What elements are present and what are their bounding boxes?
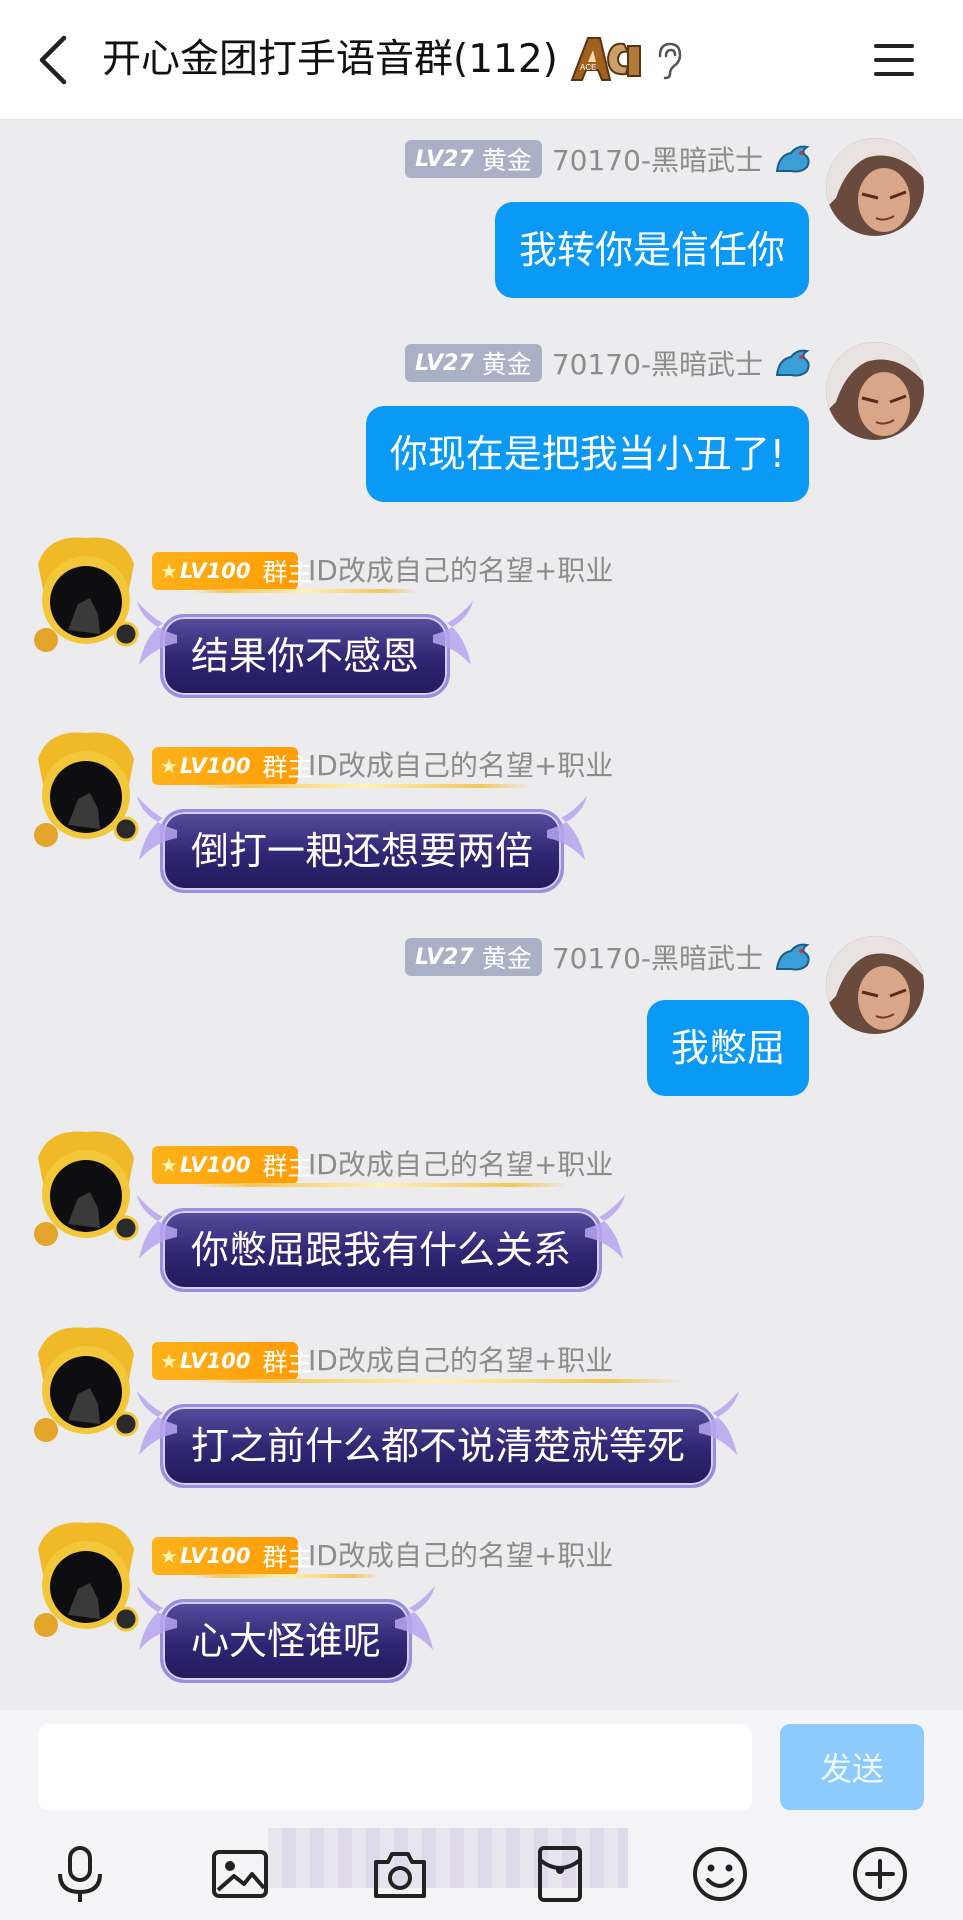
user-avatar[interactable] <box>826 138 924 236</box>
message-row: LV27 黄金 70170-黑暗武士 你现在是把我当小丑了! <box>0 324 963 514</box>
message-bubble[interactable]: 倒打一耙还想要两倍 <box>137 784 588 893</box>
wing-left-icon <box>137 1195 177 1259</box>
message-text: 你憋屈跟我有什么关系 <box>191 1228 572 1272</box>
message-bubble[interactable]: 我转你是信任你 <box>494 202 809 298</box>
chat-header: 开心金团打手语音群(112) ACE <box>0 0 963 120</box>
sender-meta: LV27 黄金 70170-黑暗武士 <box>405 938 813 976</box>
sender-name: 70170-黑暗武士 <box>551 942 763 975</box>
message-text: 倒打一耙还想要两倍 <box>191 829 534 873</box>
owner-badge: ★ LV100 群主 <box>152 552 313 590</box>
bubble-gold-trim <box>193 1574 380 1578</box>
owner-avatar[interactable] <box>28 1519 144 1639</box>
level-badge: LV27 黄金 <box>405 140 542 178</box>
sender-name: ID改成自己的名望+职业 <box>308 1539 614 1572</box>
level-badge: LV27 黄金 <box>405 938 542 976</box>
bubble-gold-trim <box>193 784 532 788</box>
wing-left-icon <box>137 1391 177 1455</box>
dragon-icon <box>775 943 810 971</box>
message-row: ★ LV100 群主 ID改成自己的名望+职业 心大怪谁呢 <box>0 1511 963 1701</box>
group-title: 开心金团打手语音群(112) <box>102 37 558 82</box>
message-row: LV27 黄金 70170-黑暗武士 我转你是信任你 <box>0 120 963 310</box>
message-bubble[interactable]: 打之前什么都不说清楚就等死 <box>137 1379 740 1488</box>
message-input-bar: 发送 <box>0 1710 963 1824</box>
user-avatar[interactable] <box>826 936 924 1034</box>
ace-badge-icon: ACE <box>570 37 641 81</box>
chat-message-list[interactable]: LV27 黄金 70170-黑暗武士 我转你是信任你 LV27 黄金 70170-黑… <box>0 120 963 1710</box>
owner-avatar[interactable] <box>28 1324 144 1444</box>
wing-right-icon <box>585 1195 626 1259</box>
owner-badge: ★ LV100 群主 <box>152 1146 313 1184</box>
emoji-icon[interactable] <box>690 1844 750 1904</box>
dragon-icon <box>775 145 810 173</box>
wing-right-icon <box>395 1586 436 1650</box>
image-icon[interactable] <box>210 1844 270 1904</box>
owner-avatar[interactable] <box>28 1128 144 1248</box>
sender-name: ID改成自己的名望+职业 <box>308 1148 614 1181</box>
wing-right-icon <box>433 601 474 665</box>
message-row: ★ LV100 群主 ID改成自己的名望+职业 你憋屈跟我有什么关系 <box>0 1120 963 1310</box>
red-packet-icon[interactable] <box>530 1844 590 1904</box>
sender-name: 70170-黑暗武士 <box>551 348 763 381</box>
message-bubble[interactable]: 结果你不感恩 <box>137 589 474 698</box>
back-arrow-icon[interactable] <box>34 34 74 86</box>
message-text: 结果你不感恩 <box>191 634 420 678</box>
message-bubble[interactable]: 心大怪谁呢 <box>137 1574 436 1683</box>
sender-name: ID改成自己的名望+职业 <box>308 1344 614 1377</box>
sender-name: ID改成自己的名望+职业 <box>308 749 614 782</box>
wing-right-icon <box>547 796 588 860</box>
message-text: 心大怪谁呢 <box>191 1619 382 1663</box>
message-row: ★ LV100 群主 ID改成自己的名望+职业 打之前什么都不说清楚就等死 <box>0 1316 963 1506</box>
menu-icon[interactable] <box>872 40 916 80</box>
microphone-icon[interactable] <box>50 1844 110 1904</box>
owner-badge: ★ LV100 群主 <box>152 747 313 785</box>
wing-left-icon <box>137 796 177 860</box>
wing-left-icon <box>137 1586 177 1650</box>
owner-avatar[interactable] <box>28 729 144 849</box>
level-badge: LV27 黄金 <box>405 344 542 382</box>
owner-badge: ★ LV100 群主 <box>152 1537 313 1575</box>
ear-icon[interactable] <box>654 40 684 80</box>
message-row: LV27 黄金 70170-黑暗武士 我憋屈 <box>0 918 963 1108</box>
input-toolbar <box>0 1824 963 1920</box>
sender-meta: LV27 黄金 70170-黑暗武士 <box>405 344 813 382</box>
message-bubble[interactable]: 我憋屈 <box>646 1000 809 1096</box>
bubble-gold-trim <box>193 1183 570 1187</box>
bubble-gold-trim <box>193 589 418 593</box>
message-bubble[interactable]: 你憋屈跟我有什么关系 <box>137 1183 626 1292</box>
dragon-icon <box>775 349 810 377</box>
message-row: ★ LV100 群主 ID改成自己的名望+职业 倒打一耙还想要两倍 <box>0 721 963 911</box>
message-text: 打之前什么都不说清楚就等死 <box>191 1424 686 1468</box>
owner-badge: ★ LV100 群主 <box>152 1342 313 1380</box>
camera-icon[interactable] <box>370 1844 430 1904</box>
send-button[interactable]: 发送 <box>780 1724 924 1810</box>
wing-left-icon <box>137 601 177 665</box>
plus-icon[interactable] <box>850 1844 910 1904</box>
sender-meta: LV27 黄金 70170-黑暗武士 <box>405 140 813 178</box>
message-bubble[interactable]: 你现在是把我当小丑了! <box>365 406 809 502</box>
user-avatar[interactable] <box>826 342 924 440</box>
message-input[interactable] <box>38 1724 752 1810</box>
message-row: ★ LV100 群主 ID改成自己的名望+职业 结果你不感恩 <box>0 526 963 716</box>
sender-name: ID改成自己的名望+职业 <box>308 554 614 587</box>
ace-badge-text: ACE <box>580 63 596 72</box>
sender-name: 70170-黑暗武士 <box>551 144 763 177</box>
bubble-gold-trim <box>193 1379 684 1383</box>
owner-avatar[interactable] <box>28 534 144 654</box>
wing-right-icon <box>699 1391 740 1455</box>
